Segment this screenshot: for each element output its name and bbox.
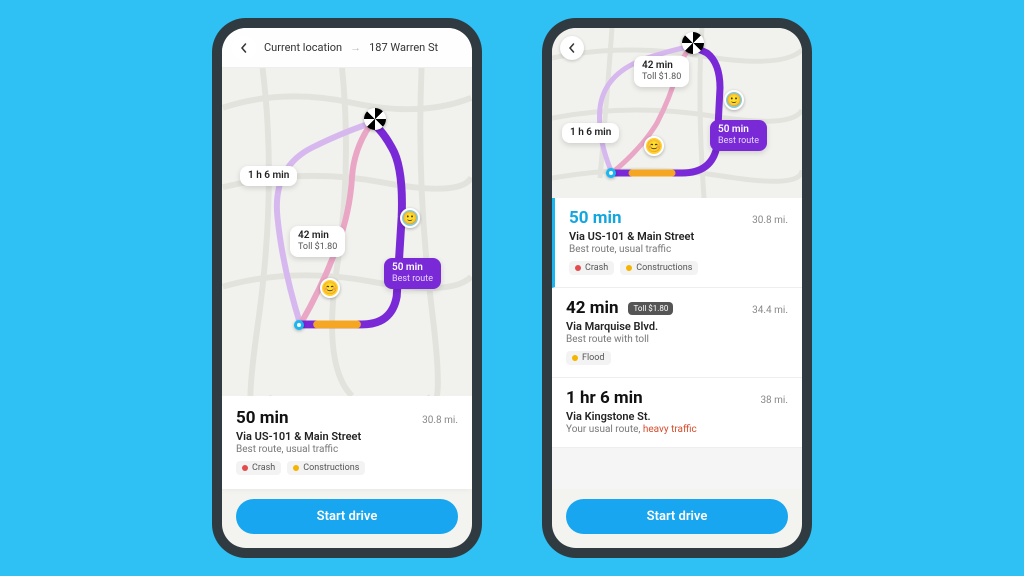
callout-best-label: Best route (718, 136, 759, 147)
route-distance: 30.8 mi. (422, 415, 458, 426)
phone-frame-left: Current location → 187 Warren St (212, 18, 482, 558)
callout-toll: Toll $1.80 (298, 242, 337, 253)
route-distance: 38 mi. (760, 395, 788, 406)
hazard-emoji-icon[interactable]: 😊 (644, 136, 664, 156)
route-desc: Best route, usual traffic (569, 244, 788, 255)
routes-list: 50 min 30.8 mi. Via US-101 & Main Street… (552, 198, 802, 489)
route-callout-alt2[interactable]: 42 min Toll $1.80 (290, 226, 345, 257)
start-drive-button[interactable]: Start drive (566, 499, 788, 534)
callout-time: 42 min (642, 60, 673, 71)
arrow-right-icon: → (350, 41, 361, 54)
route-distance: 30.8 mi. (752, 215, 788, 226)
tag-label: Crash (585, 263, 608, 273)
route-tags: Crash Constructions (236, 461, 458, 475)
screen: 🙂 😊 1 h 6 min 42 min Toll $1.80 50 min B… (552, 28, 802, 548)
route-via: Via Marquise Blvd. (566, 320, 788, 333)
route-option-2[interactable]: 42 min Toll $1.80 34.4 mi. Via Marquise … (552, 288, 802, 378)
toll-badge: Toll $1.80 (628, 302, 673, 315)
route-option-1[interactable]: 50 min 30.8 mi. Via US-101 & Main Street… (552, 198, 802, 288)
map-view[interactable]: 🙂 😊 1 h 6 min 42 min Toll $1.80 50 min B… (552, 28, 802, 198)
route-time: 50 min (569, 208, 622, 228)
destination-flag-icon (682, 32, 704, 54)
route-distance: 34.4 mi. (752, 305, 788, 316)
wazer-avatar-icon[interactable]: 🙂 (400, 208, 420, 228)
callout-time: 42 min (298, 230, 329, 241)
construction-dot-icon (626, 265, 632, 271)
route-desc-prefix: Your usual route, (566, 424, 643, 435)
flood-dot-icon (572, 355, 578, 361)
route-via: Via US-101 & Main Street (569, 230, 788, 243)
route-callout-alt1[interactable]: 1 h 6 min (240, 166, 297, 186)
origin-dot-icon (294, 320, 304, 330)
tag-crash: Crash (236, 461, 281, 475)
callout-time: 50 min (392, 262, 423, 273)
callout-time: 1 h 6 min (570, 127, 611, 138)
route-time: 1 hr 6 min (566, 388, 643, 408)
route-tags: Flood (566, 351, 788, 365)
chevron-left-icon (239, 43, 249, 53)
route-desc: Best route, usual traffic (236, 444, 458, 455)
tag-label: Flood (582, 353, 605, 363)
map-roads (552, 28, 802, 198)
callout-time: 50 min (718, 124, 749, 135)
tag-label: Constructions (303, 463, 359, 473)
route-callout-best[interactable]: 50 min Best route (710, 120, 767, 151)
route-header: Current location → 187 Warren St (222, 28, 472, 68)
tag-flood: Flood (566, 351, 611, 365)
back-button[interactable] (232, 36, 256, 60)
start-drive-button[interactable]: Start drive (236, 499, 458, 534)
destination-flag-icon (364, 108, 386, 130)
route-desc: Your usual route, heavy traffic (566, 424, 788, 435)
hazard-emoji-icon[interactable]: 😊 (320, 278, 340, 298)
tag-label: Crash (252, 463, 275, 473)
tag-crash: Crash (569, 261, 614, 275)
origin-dot-icon (606, 168, 616, 178)
tag-label: Constructions (636, 263, 692, 273)
chevron-left-icon (567, 43, 577, 53)
screen: Current location → 187 Warren St (222, 28, 472, 548)
route-option-3[interactable]: 1 hr 6 min 38 mi. Via Kingstone St. Your… (552, 378, 802, 448)
callout-toll: Toll $1.80 (642, 72, 681, 83)
route-time: 42 min (566, 298, 619, 318)
route-tags: Crash Constructions (569, 261, 788, 275)
phone-frame-right: 🙂 😊 1 h 6 min 42 min Toll $1.80 50 min B… (542, 18, 812, 558)
route-desc: Best route with toll (566, 334, 788, 345)
tag-constructions: Constructions (620, 261, 698, 275)
construction-dot-icon (293, 465, 299, 471)
callout-best-label: Best route (392, 274, 433, 285)
crash-dot-icon (575, 265, 581, 271)
wazer-avatar-icon[interactable]: 🙂 (724, 90, 744, 110)
origin-label: Current location (264, 41, 342, 54)
map-view[interactable]: 🙂 😊 1 h 6 min 42 min Toll $1.80 50 min B… (222, 68, 472, 396)
map-roads (222, 68, 472, 396)
back-button[interactable] (560, 36, 584, 60)
route-callout-alt2[interactable]: 42 min Toll $1.80 (634, 56, 689, 87)
tag-constructions: Constructions (287, 461, 365, 475)
route-via: Via Kingstone St. (566, 410, 788, 423)
route-via: Via US-101 & Main Street (236, 430, 458, 443)
route-callout-alt1[interactable]: 1 h 6 min (562, 123, 619, 143)
route-summary-panel: 50 min 30.8 mi. Via US-101 & Main Street… (222, 396, 472, 489)
destination-label: 187 Warren St (369, 41, 438, 54)
callout-time: 1 h 6 min (248, 170, 289, 181)
route-callout-best[interactable]: 50 min Best route (384, 258, 441, 289)
route-desc-heavy: heavy traffic (643, 424, 697, 435)
crash-dot-icon (242, 465, 248, 471)
route-time: 50 min (236, 408, 289, 428)
